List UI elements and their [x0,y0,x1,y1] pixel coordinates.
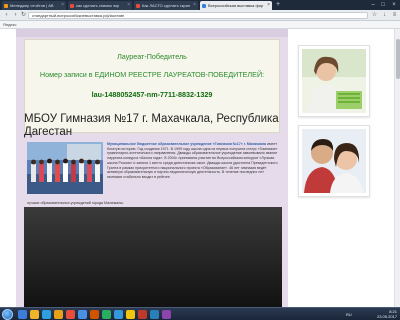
skype-icon[interactable] [150,310,159,319]
page-scrollbar[interactable] [394,29,400,307]
app-icon[interactable] [90,310,99,319]
sidebar-card-students[interactable] [298,125,370,197]
os-taskbar: RU 8:21 23.05.2017 [0,307,400,320]
bookmarks-bar: Яндекс [0,21,400,29]
students-portrait-image [302,129,366,193]
url-text: стандартный-всероссийскиевыставка.рф/lau… [32,13,125,18]
browser-tab-bar: Менеджер отчётов | АВ × как сделать сним… [0,0,400,10]
browser-tab-active[interactable]: Всероссийская выставка фор × [200,1,272,10]
language-indicator[interactable]: RU [346,312,352,317]
minimize-icon[interactable]: – [368,0,378,10]
school-title: МБОУ Гимназия №17 г. Махачкала, Республи… [24,113,279,138]
internet-explorer-icon[interactable] [42,310,51,319]
maximize-icon[interactable]: □ [378,0,388,10]
browser-tab[interactable]: Как ЛАСТО сделать скрин × [134,1,198,10]
tab-favicon-icon [202,3,206,8]
reload-icon[interactable]: ↻ [19,11,28,20]
clock-date: 23.05.2017 [376,314,397,319]
back-icon[interactable]: ‹ [2,11,11,20]
explorer-icon[interactable] [18,310,27,319]
app-icon[interactable] [162,310,171,319]
sidebar-card-teacher[interactable] [298,45,370,117]
school-description: Муниципальное бюджетное образовательное … [107,142,279,180]
tab-favicon-icon [4,3,8,8]
tab-close-icon[interactable]: × [61,1,64,10]
laureate-title: Лауреат-Победитель [117,52,187,61]
school-description-body: имеет богатую историю. Год создания 1971… [107,142,278,179]
system-tray: RU 8:21 23.05.2017 [332,308,400,320]
students-image [27,142,103,194]
tab-close-icon[interactable]: × [127,1,130,10]
media-icon[interactable] [54,310,63,319]
clock[interactable]: 8:21 23.05.2017 [377,309,397,319]
teacher-image [302,49,366,113]
address-bar: ‹ › ↻ стандартный-всероссийскиевыставка.… [0,10,400,21]
yandex-browser-icon[interactable] [138,310,147,319]
tab-favicon-icon [136,3,140,8]
url-input[interactable]: стандартный-всероссийскиевыставка.рф/lau… [28,12,368,19]
star-icon[interactable]: ☆ [370,11,379,20]
registry-heading: Номер записи в ЕДИНОМ РЕЕСТРЕ ЛАУРЕАТОВ-… [39,70,265,79]
tab-favicon-icon [70,3,74,8]
download-icon[interactable]: ↓ [380,11,389,20]
tab-label: Всероссийская выставка фор [208,3,264,8]
content-top-strip [16,29,288,37]
tab-close-icon[interactable]: × [193,1,196,10]
school-description-lead: Муниципальное бюджетное образовательное … [107,142,267,146]
browser-tab[interactable]: как сделать снимок экр × [68,1,132,10]
scrollbar-thumb[interactable] [396,39,400,79]
chrome-icon[interactable] [126,310,135,319]
school-photo[interactable] [27,142,103,194]
school-description-tail: лучших образовательных учреждений города… [27,201,124,205]
tab-label: Как ЛАСТО сделать скрин [142,3,191,8]
folder-icon[interactable] [30,310,39,319]
registry-number: lau-1488052457-nm-7711-8832-1329 [91,90,213,99]
tab-close-icon[interactable]: × [267,1,270,10]
tab-label: Менеджер отчётов | АВ [10,3,54,8]
opera-icon[interactable] [66,310,75,319]
firefox-icon[interactable] [78,310,87,319]
bookmark-yandex[interactable]: Яндекс [3,22,16,27]
browser-tab[interactable]: Менеджер отчётов | АВ × [2,1,66,10]
start-button-icon[interactable] [2,309,13,320]
menu-icon[interactable]: ≡ [390,11,399,20]
new-tab-button[interactable]: + [274,1,282,9]
dark-banner-panel [24,207,282,307]
page-viewport: Лауреат-Победитель Номер записи в ЕДИНОМ… [0,29,394,307]
app-icon[interactable] [114,310,123,319]
tab-label: как сделать снимок экр [76,3,120,8]
close-window-icon[interactable]: × [389,0,399,10]
app-icon[interactable] [102,310,111,319]
